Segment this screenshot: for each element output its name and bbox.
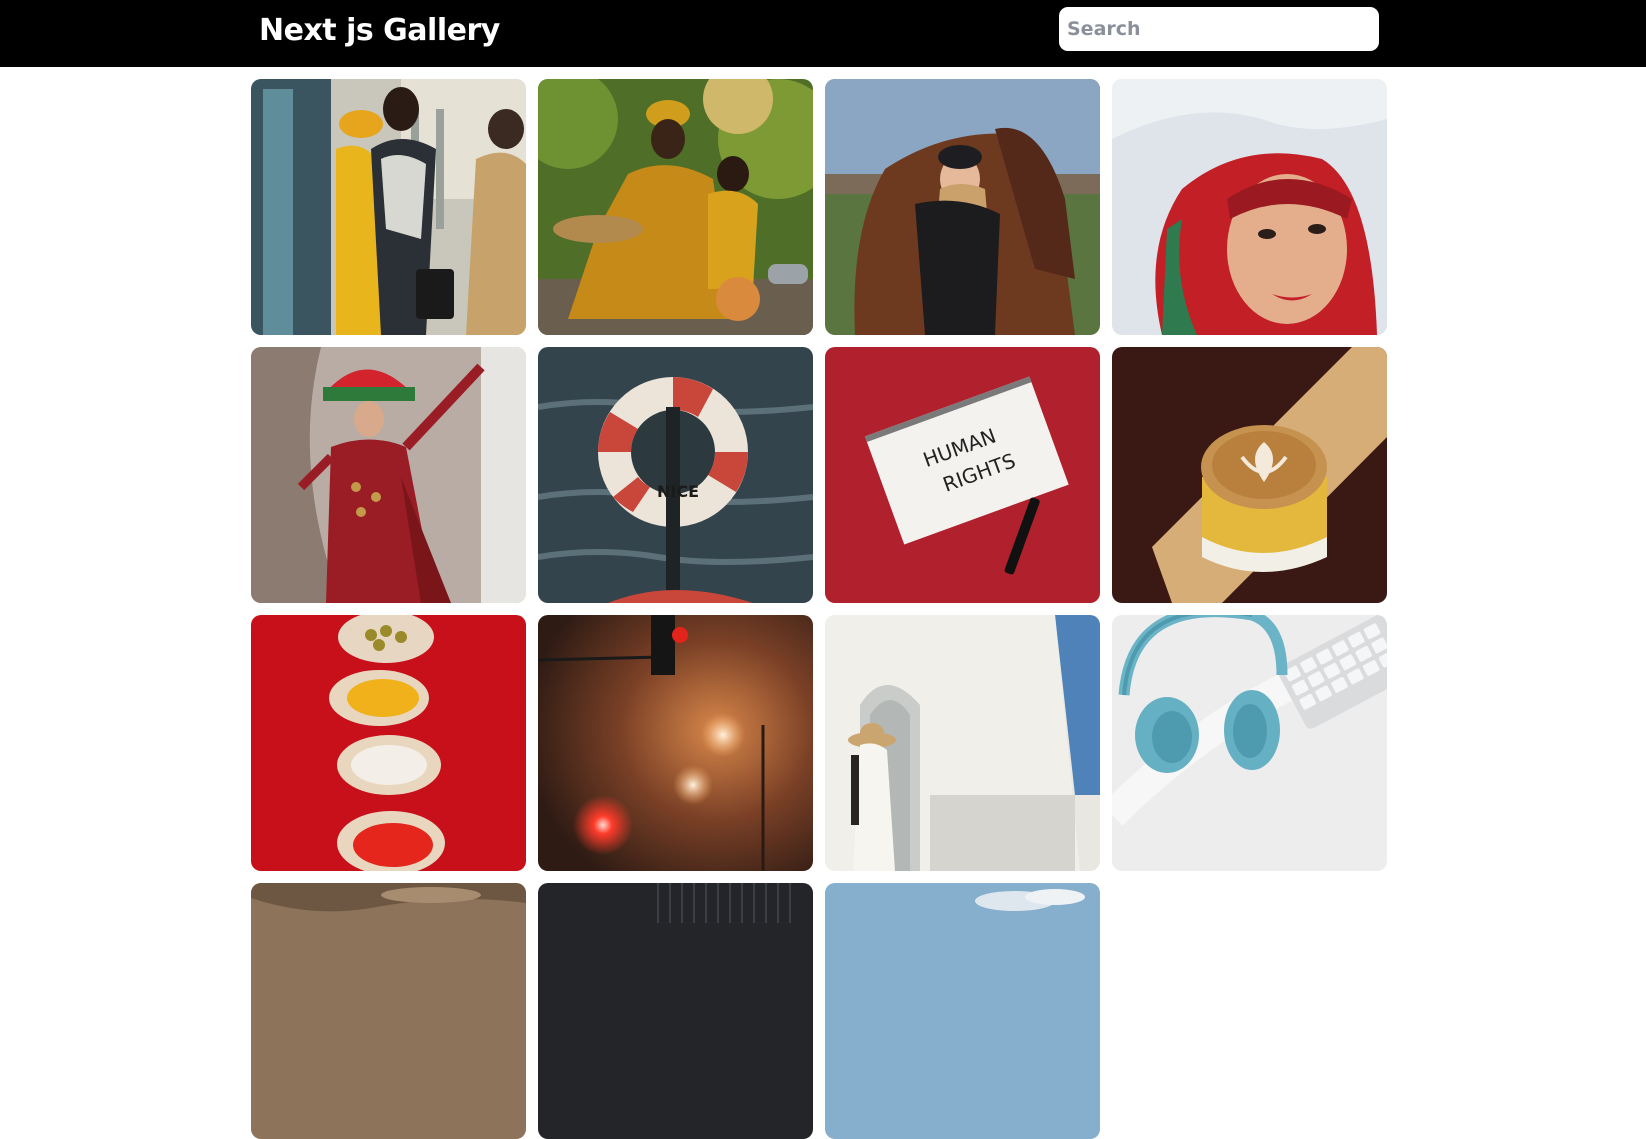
svg-text:NICE: NICE xyxy=(657,482,699,501)
photo-women-traditional-dress xyxy=(251,79,526,335)
image-gallery-grid: NICE HUMAN RIGHTS xyxy=(251,79,1387,1139)
gallery-image-1[interactable] xyxy=(251,79,526,335)
photo-life-buoy: NICE xyxy=(538,347,813,603)
photo-woman-horse xyxy=(825,79,1100,335)
search-input[interactable] xyxy=(1059,7,1379,51)
photo-mother-child xyxy=(538,79,813,335)
gallery-image-5[interactable] xyxy=(251,347,526,603)
photo-spices xyxy=(251,615,526,871)
photo-cropped-2 xyxy=(538,883,813,1139)
gallery-image-9[interactable] xyxy=(251,615,526,871)
photo-traffic-light xyxy=(538,615,813,871)
photo-headphones xyxy=(1112,615,1387,871)
gallery-image-2[interactable] xyxy=(538,79,813,335)
gallery-image-11[interactable] xyxy=(825,615,1100,871)
gallery-image-12[interactable] xyxy=(1112,615,1387,871)
photo-latte-cup xyxy=(1112,347,1387,603)
gallery-image-6[interactable]: NICE xyxy=(538,347,813,603)
gallery-image-10[interactable] xyxy=(538,615,813,871)
photo-woman-arch xyxy=(825,615,1100,871)
app-title[interactable]: Next js Gallery xyxy=(259,12,500,50)
photo-human-rights-notebook: HUMAN RIGHTS xyxy=(825,347,1100,603)
gallery-image-13[interactable] xyxy=(251,883,526,1139)
gallery-image-14[interactable] xyxy=(538,883,813,1139)
gallery-image-15[interactable] xyxy=(825,883,1100,1139)
gallery-image-8[interactable] xyxy=(1112,347,1387,603)
photo-cropped-3 xyxy=(825,883,1100,1139)
photo-cropped-1 xyxy=(251,883,526,1139)
gallery-image-7[interactable]: HUMAN RIGHTS xyxy=(825,347,1100,603)
photo-woman-red-costume xyxy=(251,347,526,603)
photo-woman-headscarf xyxy=(1112,79,1387,335)
gallery-image-4[interactable] xyxy=(1112,79,1387,335)
gallery-image-3[interactable] xyxy=(825,79,1100,335)
top-navbar: Next js Gallery xyxy=(0,0,1646,67)
